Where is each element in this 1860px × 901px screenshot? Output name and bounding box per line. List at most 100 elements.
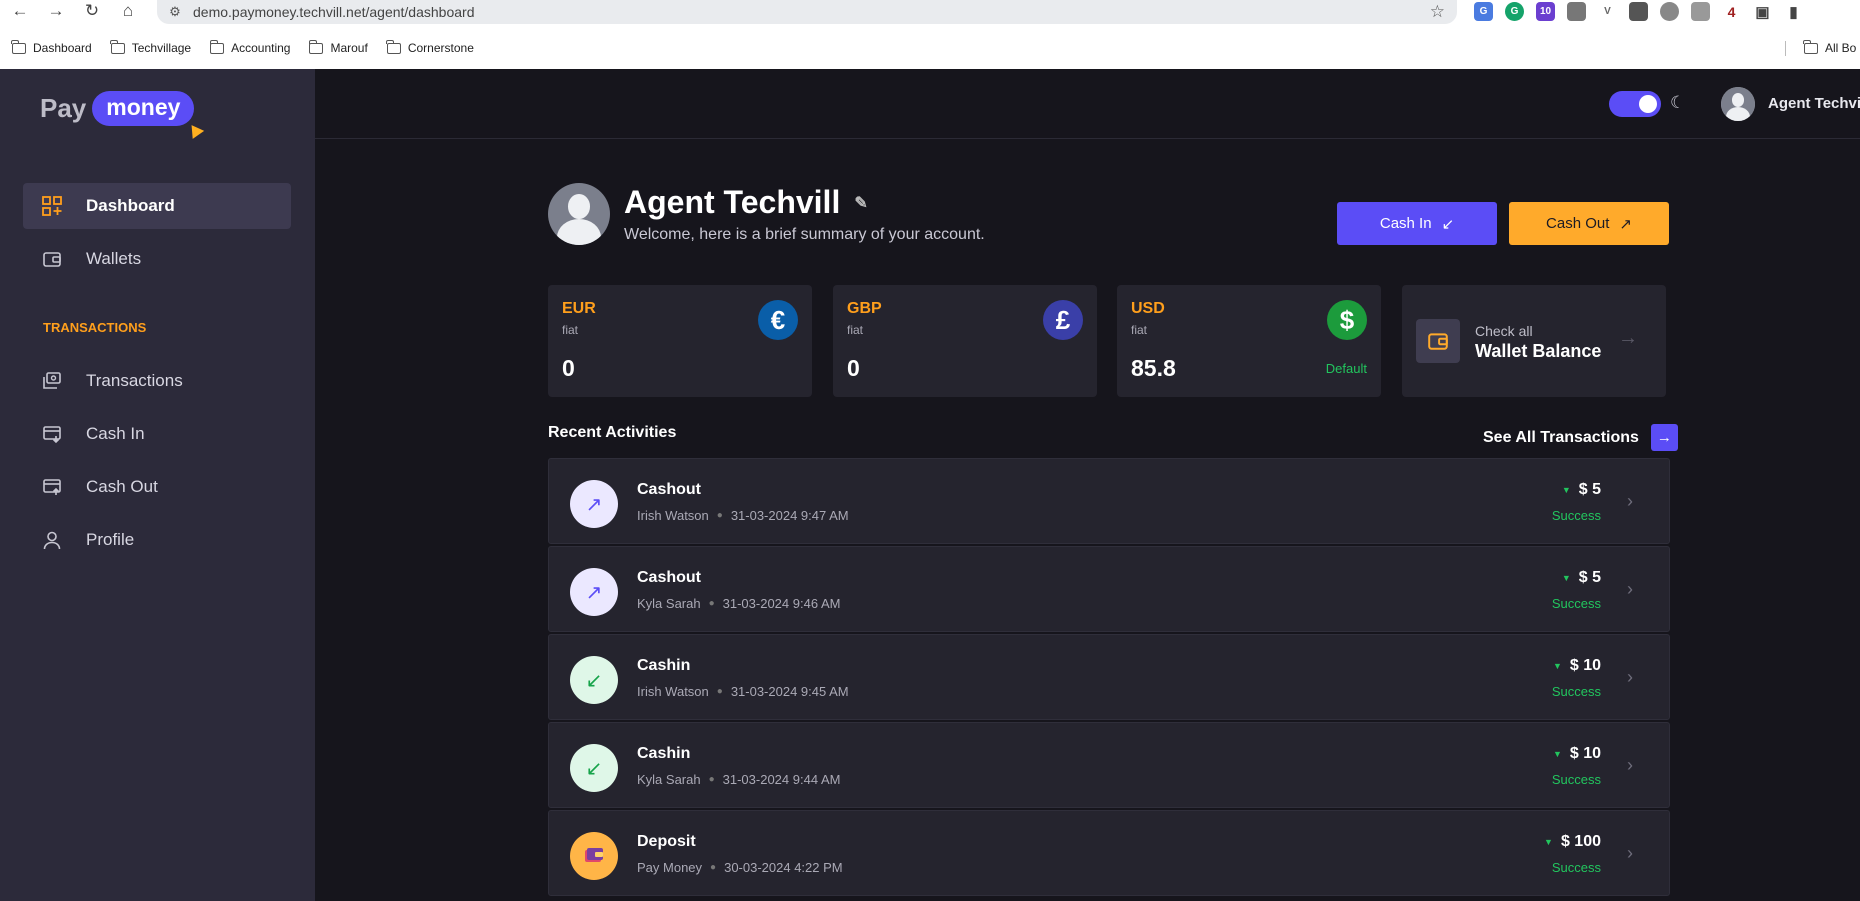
button-label: Cash Out (1546, 215, 1610, 232)
bookmark-item[interactable]: Techvillage (110, 39, 191, 55)
wallet-currency: USD (1131, 300, 1165, 317)
bookmarks-bar: Dashboard Techvillage Accounting Marouf … (0, 37, 1860, 59)
chevron-right-icon: › (1627, 755, 1633, 775)
transaction-row[interactable]: Deposit Pay Money ● 30-03-2024 4:22 PM ▼ $ … (548, 810, 1670, 896)
cash-out-icon (42, 477, 62, 497)
bookmark-label: Dashboard (33, 41, 92, 55)
theme-toggle[interactable] (1609, 91, 1661, 117)
status-badge: Success (1551, 684, 1601, 699)
sidebar-item-label: Transactions (86, 371, 183, 390)
bookmark-separator (1785, 41, 1786, 56)
profile-avatar (548, 183, 610, 245)
sidebar-item-wallets[interactable]: Wallets (23, 236, 291, 282)
all-bookmarks-button[interactable]: All Bo (1803, 37, 1856, 59)
sidebar-item-dashboard[interactable]: Dashboard (23, 183, 291, 229)
address-bar[interactable]: ⚙ demo.paymoney.techvill.net/agent/dashb… (157, 0, 1457, 24)
transaction-title: Cashout (637, 481, 701, 498)
user-icon (42, 530, 62, 550)
extension-badge-icon[interactable]: 10 (1536, 2, 1555, 21)
sidebar-item-label: Cash Out (86, 477, 158, 496)
extension-icon[interactable] (1629, 2, 1648, 21)
transaction-row[interactable]: ↙ Cashin Kyla Sarah ● 31-03-2024 9:44 AM ▼… (548, 722, 1670, 808)
translate-extension-icon[interactable]: G (1474, 2, 1493, 21)
transaction-row[interactable]: ↗ Cashout Irish Watson ● 31-03-2024 9:47 A… (548, 458, 1670, 544)
section-label-transactions: TRANSACTIONS (43, 320, 147, 335)
chevron-right-icon: › (1627, 843, 1633, 863)
wallet-card-eur[interactable]: EUR fiat 0 € (548, 285, 812, 397)
extension-icon[interactable] (1691, 2, 1710, 21)
transaction-date: 31-03-2024 9:46 AM (722, 596, 841, 611)
dashboard-icon (42, 196, 62, 216)
user-name[interactable]: Agent Techvill (1768, 95, 1860, 112)
sidebar-item-cash-in[interactable]: Cash In (23, 411, 291, 457)
status-badge: Success (1551, 772, 1601, 787)
extension-icon[interactable] (1567, 2, 1586, 21)
arrow-down-left-icon: ↙ (1441, 215, 1455, 233)
see-all-transactions-link[interactable]: See All Transactions → (1483, 424, 1678, 451)
bookmark-label: Marouf (330, 41, 368, 55)
extension-icon[interactable]: 4 (1722, 2, 1741, 21)
folder-icon (1803, 39, 1818, 54)
grammarly-extension-icon[interactable]: G (1505, 2, 1524, 21)
sidebar-item-cash-out[interactable]: Cash Out (23, 464, 291, 510)
sidebar-item-transactions[interactable]: Transactions (23, 358, 291, 404)
transaction-amount: $ 10 (1569, 745, 1601, 762)
folder-icon (386, 39, 401, 54)
cash-in-button[interactable]: Cash In ↙ (1337, 202, 1497, 245)
wallet-type: fiat (1131, 323, 1148, 337)
status-badge: Success (1551, 508, 1601, 523)
see-all-label: See All Transactions (1483, 428, 1639, 446)
bookmark-item[interactable]: Cornerstone (386, 39, 474, 55)
bookmark-item[interactable]: Dashboard (11, 39, 92, 55)
bookmark-item[interactable]: Marouf (308, 39, 368, 55)
wallet-type: fiat (847, 323, 864, 337)
wallet-card-usd[interactable]: USD fiat 85.8 $ Default (1117, 285, 1381, 397)
bookmark-label: Accounting (231, 41, 291, 55)
moon-icon: ☾ (1670, 93, 1686, 112)
button-label: Cash In (1379, 215, 1432, 232)
wallet-card-gbp[interactable]: GBP fiat 0 £ (833, 285, 1097, 397)
transaction-title: Cashin (637, 745, 691, 762)
chevron-right-icon: › (1627, 491, 1633, 511)
logo[interactable]: Pay money (40, 91, 205, 139)
folder-icon (11, 39, 26, 54)
transaction-row[interactable]: ↙ Cashin Irish Watson ● 31-03-2024 9:45 AM… (548, 634, 1670, 720)
profile-name: Agent Techvill ✎ (624, 184, 868, 221)
wallet-currency: GBP (847, 300, 882, 317)
wallet-balance-label: Wallet Balance (1475, 341, 1602, 361)
transaction-party: Irish Watson (637, 508, 709, 523)
transaction-date: 31-03-2024 9:45 AM (730, 684, 849, 699)
side-panel-icon[interactable]: ▮ (1784, 2, 1803, 21)
extension-icon[interactable] (1660, 2, 1679, 21)
bookmark-star-icon[interactable]: ☆ (1430, 2, 1445, 22)
cursor-icon (186, 121, 205, 139)
cash-out-button[interactable]: Cash Out ↗ (1509, 202, 1669, 245)
avatar[interactable] (1721, 87, 1755, 121)
site-settings-icon[interactable]: ⚙ (157, 4, 193, 20)
deposit-wallet-icon (570, 832, 618, 880)
forward-icon[interactable]: → (42, 0, 70, 22)
vimeo-extension-icon[interactable]: V (1598, 2, 1617, 21)
transaction-amount: $ 100 (1560, 833, 1601, 850)
caret-down-icon: ▼ (1561, 485, 1571, 495)
sidebar-item-profile[interactable]: Profile (23, 517, 291, 563)
check-wallet-balance-card[interactable]: Check all Wallet Balance → (1402, 285, 1666, 397)
separator-dot: ● (710, 862, 717, 873)
cash-in-icon (42, 424, 62, 444)
caret-down-icon: ▼ (1552, 749, 1562, 759)
transaction-row[interactable]: ↗ Cashout Kyla Sarah ● 31-03-2024 9:46 AM … (548, 546, 1670, 632)
folder-icon (209, 39, 225, 54)
pencil-icon[interactable]: ✎ (854, 193, 867, 213)
bookmark-item[interactable]: Accounting (209, 39, 291, 55)
reload-icon[interactable]: ↻ (78, 0, 106, 22)
puzzle-icon[interactable]: ▣ (1753, 2, 1772, 21)
transaction-date: 31-03-2024 9:44 AM (722, 772, 841, 787)
home-icon[interactable]: ⌂ (114, 0, 142, 22)
transaction-date: 30-03-2024 4:22 PM (724, 860, 843, 875)
default-badge: Default (1325, 361, 1367, 376)
back-icon[interactable]: ← (6, 0, 34, 22)
pound-icon: £ (1043, 300, 1083, 340)
separator-dot: ● (716, 686, 723, 697)
status-badge: Success (1551, 596, 1601, 611)
separator-dot: ● (708, 774, 715, 785)
